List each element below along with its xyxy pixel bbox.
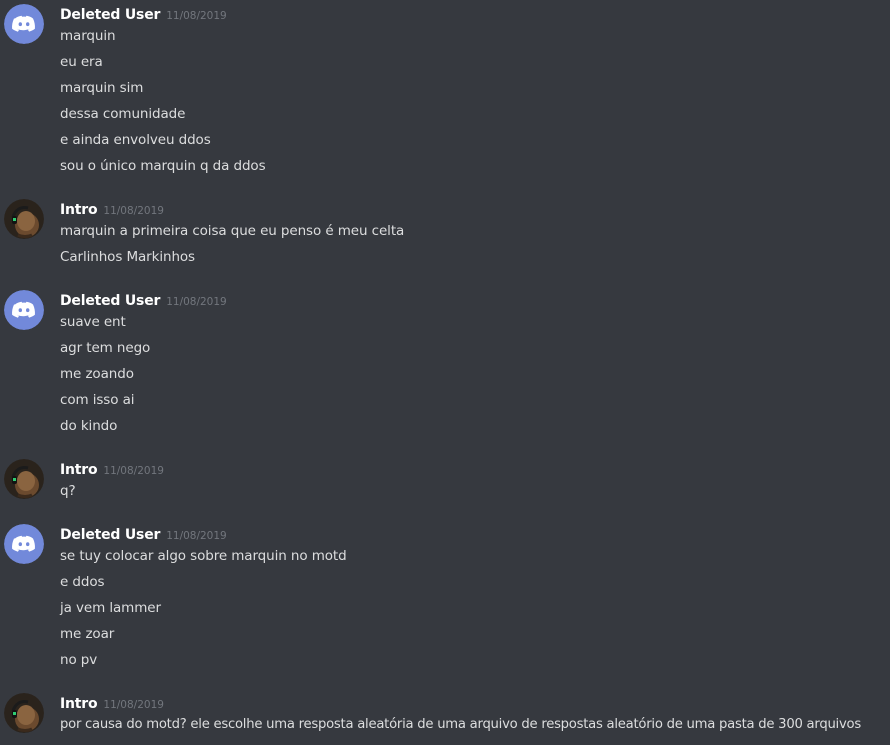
message-text: e ddos bbox=[60, 574, 105, 590]
avatar[interactable] bbox=[4, 459, 44, 499]
message-header: Deleted User 11/08/2019 bbox=[60, 4, 227, 24]
message-text: se tuy colocar algo sobre marquin no mot… bbox=[60, 548, 347, 564]
message-text: suave ent bbox=[60, 314, 126, 330]
username[interactable]: Intro bbox=[60, 462, 98, 478]
message-text: por causa do motd? ele escolhe uma respo… bbox=[60, 717, 861, 732]
avatar[interactable] bbox=[4, 524, 44, 564]
username[interactable]: Intro bbox=[60, 696, 98, 712]
message-text: no pv bbox=[60, 652, 98, 668]
message-header: Intro 11/08/2019 bbox=[60, 459, 164, 479]
avatar[interactable] bbox=[4, 693, 44, 733]
message-text: marquin bbox=[60, 28, 116, 44]
message-text: q? bbox=[60, 483, 76, 499]
timestamp: 11/08/2019 bbox=[166, 530, 227, 542]
message-text: sou o único marquin q da ddos bbox=[60, 158, 266, 174]
timestamp: 11/08/2019 bbox=[166, 10, 227, 22]
message-text: marquin sim bbox=[60, 80, 144, 96]
user-photo-avatar bbox=[4, 693, 44, 733]
discord-default-avatar-icon bbox=[4, 524, 44, 564]
username[interactable]: Deleted User bbox=[60, 527, 160, 543]
message-header: Intro 11/08/2019 bbox=[60, 693, 164, 713]
username[interactable]: Intro bbox=[60, 202, 98, 218]
avatar[interactable] bbox=[4, 4, 44, 44]
message-text: eu era bbox=[60, 54, 103, 70]
discord-default-avatar-icon bbox=[4, 290, 44, 330]
message-text: do kindo bbox=[60, 418, 118, 434]
message-text: me zoando bbox=[60, 366, 134, 382]
message-header: Intro 11/08/2019 bbox=[60, 199, 164, 219]
message-text: e ainda envolveu ddos bbox=[60, 132, 211, 148]
timestamp: 11/08/2019 bbox=[103, 465, 164, 477]
message-text: ja vem lammer bbox=[60, 600, 161, 616]
message-text: dessa comunidade bbox=[60, 106, 186, 122]
user-photo-avatar bbox=[4, 459, 44, 499]
timestamp: 11/08/2019 bbox=[166, 296, 227, 308]
discord-default-avatar-icon bbox=[4, 4, 44, 44]
message-text: Carlinhos Markinhos bbox=[60, 249, 195, 265]
message-text: me zoar bbox=[60, 626, 115, 642]
message-text: marquin a primeira coisa que eu penso é … bbox=[60, 223, 405, 239]
user-photo-avatar bbox=[4, 199, 44, 239]
message-text: agr tem nego bbox=[60, 340, 151, 356]
message-header: Deleted User 11/08/2019 bbox=[60, 290, 227, 310]
username[interactable]: Deleted User bbox=[60, 7, 160, 23]
username[interactable]: Deleted User bbox=[60, 293, 160, 309]
avatar[interactable] bbox=[4, 199, 44, 239]
timestamp: 11/08/2019 bbox=[103, 699, 164, 711]
message-text: com isso ai bbox=[60, 392, 135, 408]
avatar[interactable] bbox=[4, 290, 44, 330]
message-header: Deleted User 11/08/2019 bbox=[60, 524, 227, 544]
timestamp: 11/08/2019 bbox=[103, 205, 164, 217]
